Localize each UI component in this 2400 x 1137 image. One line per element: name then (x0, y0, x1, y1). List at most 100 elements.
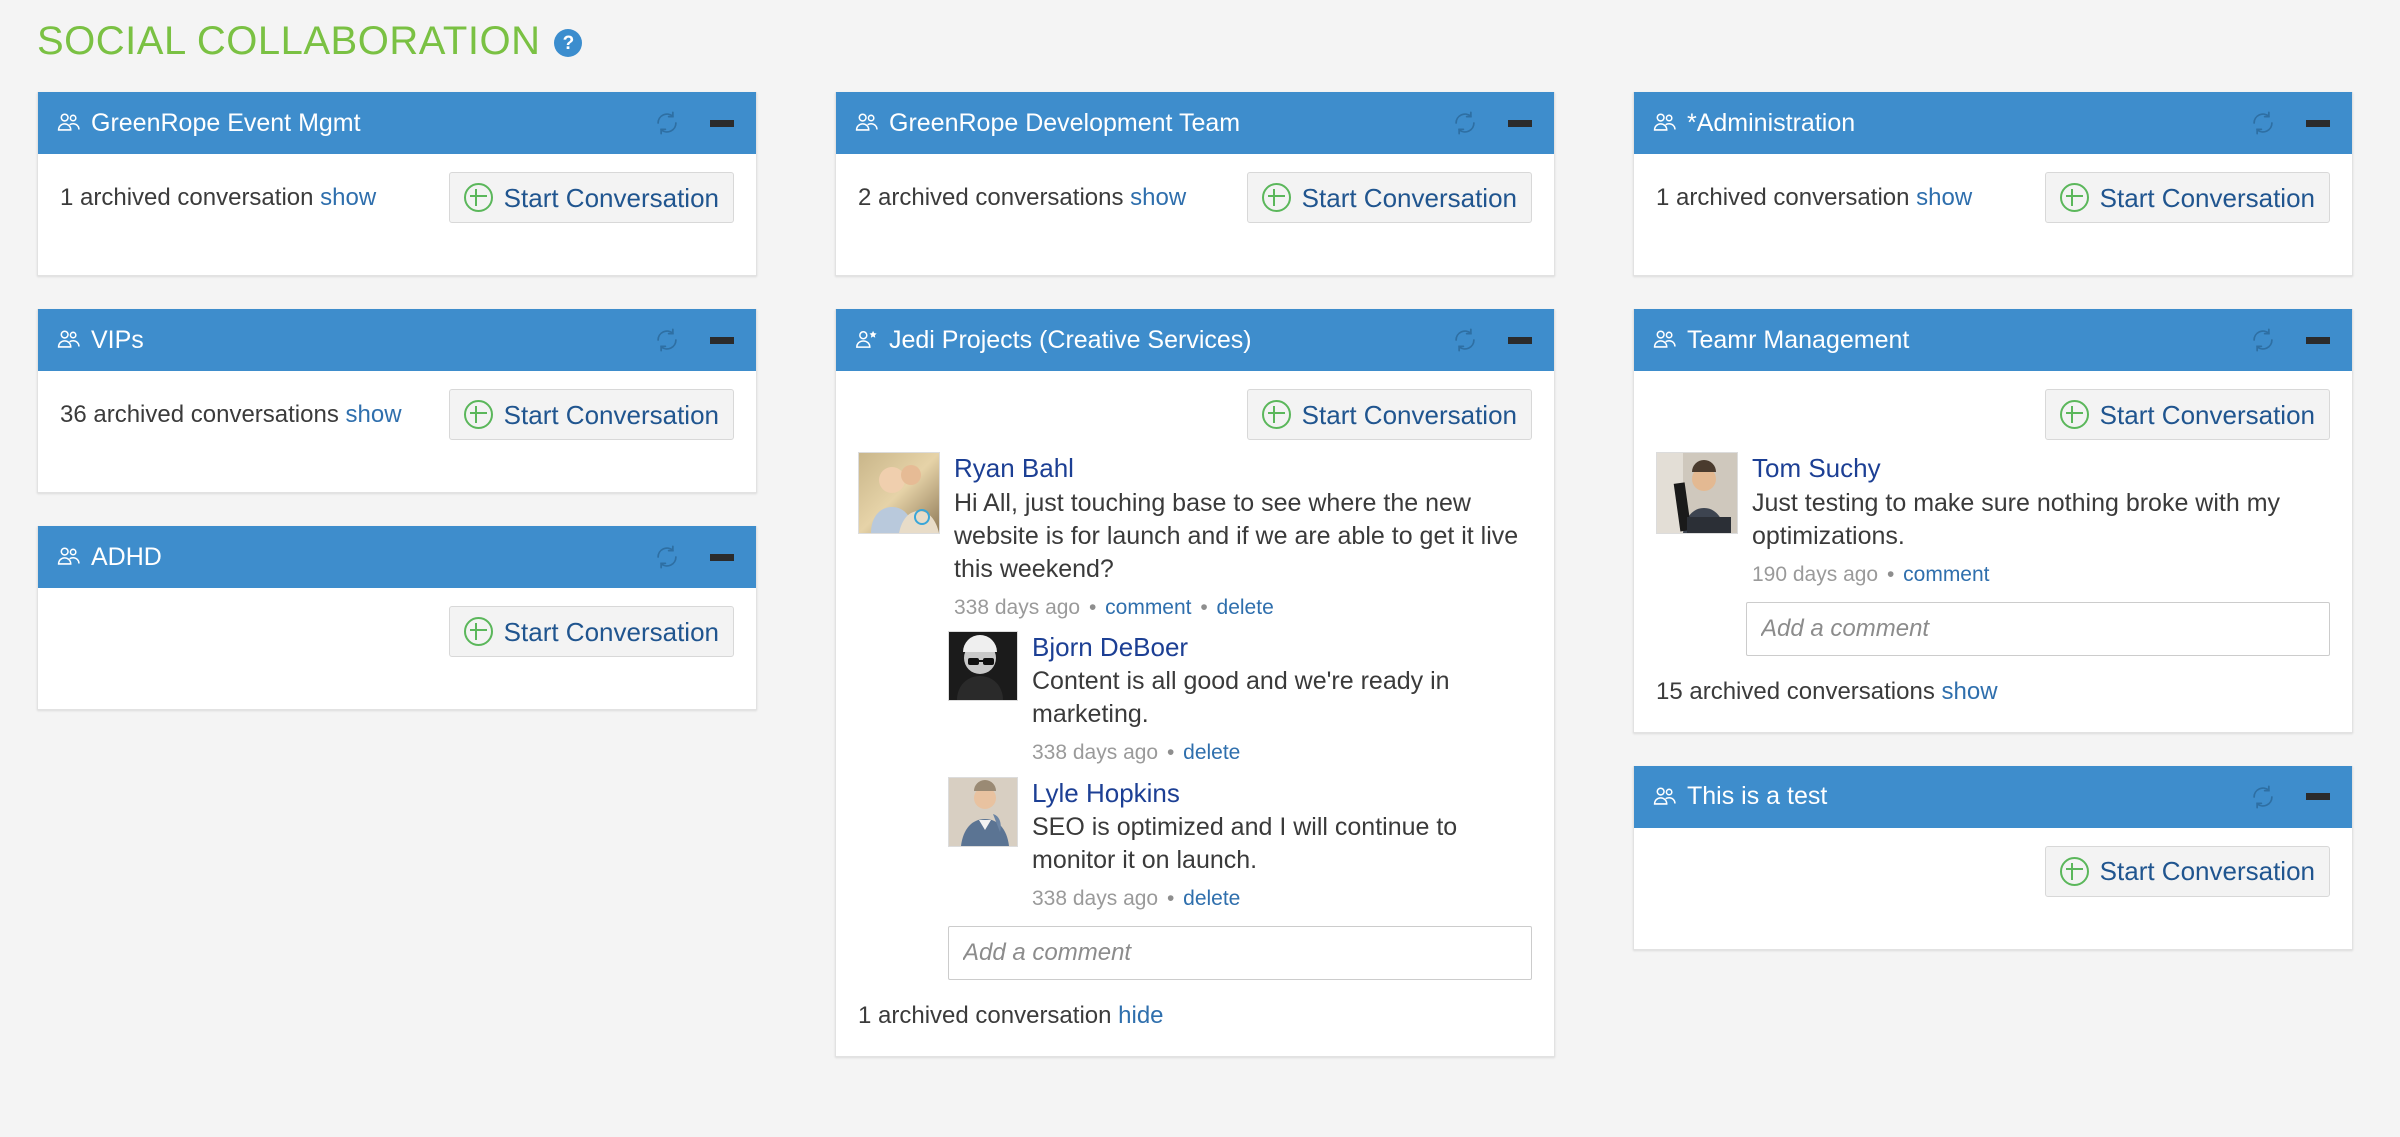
start-conversation-button[interactable]: Start Conversation (448, 172, 734, 223)
circle-plus-icon (2059, 183, 2089, 212)
archived-conversations-line: 1 archived conversation hide (858, 1002, 1532, 1030)
group-card-administration: *Administration 1 archived conversation s… (1633, 92, 2353, 276)
card-top-row: Start Conversation (858, 389, 1532, 440)
archived-toggle-link[interactable]: show (320, 184, 376, 211)
archived-toggle-link[interactable]: hide (1118, 1002, 1163, 1029)
start-conversation-label: Start Conversation (2099, 182, 2315, 213)
archived-toggle-link[interactable]: show (346, 401, 402, 428)
refresh-icon[interactable] (654, 327, 680, 353)
start-conversation-label: Start Conversation (503, 616, 719, 647)
refresh-icon[interactable] (1452, 110, 1478, 136)
post-author-link[interactable]: Ryan Bahl (954, 452, 1532, 485)
post-meta: 190 days ago • comment (1752, 561, 2330, 588)
card-title: Jedi Projects (Creative Services) (889, 325, 1252, 354)
post-delete-link[interactable]: delete (1217, 596, 1274, 619)
start-conversation-label: Start Conversation (1301, 399, 1517, 430)
start-conversation-button[interactable]: Start Conversation (2044, 845, 2330, 897)
archived-toggle-link[interactable]: show (1942, 678, 1998, 705)
post-comment-link[interactable]: comment (1105, 596, 1191, 619)
post-timestamp: 338 days ago (1032, 741, 1159, 765)
post-meta: 338 days ago • delete (1032, 739, 1532, 766)
post-delete-link[interactable]: delete (1183, 887, 1240, 910)
minimize-icon[interactable] (2306, 793, 2330, 801)
card-header: *Administration (1634, 92, 2352, 154)
post-body: Lyle Hopkins SEO is optimized and I will … (1032, 777, 1532, 913)
card-header: GreenRope Development Team (836, 92, 1554, 154)
post-body: Bjorn DeBoer Content is all good and we'r… (1032, 631, 1532, 767)
card-header: Jedi Projects (Creative Services) (836, 309, 1554, 371)
start-conversation-button[interactable]: Start Conversation (448, 389, 734, 440)
post-body: Tom Suchy Just testing to make sure nothi… (1752, 452, 2330, 588)
post-author-link[interactable]: Tom Suchy (1752, 452, 2330, 485)
start-conversation-label: Start Conversation (503, 399, 719, 430)
card-body: 36 archived conversations show Start Conv… (38, 371, 756, 492)
card-header-actions (654, 110, 734, 136)
card-top-row: Start Conversation (60, 606, 734, 657)
start-conversation-button[interactable]: Start Conversation (2044, 172, 2330, 223)
page-header: SOCIAL COLLABORATION ? (37, 0, 2363, 68)
post-delete-link[interactable]: delete (1183, 741, 1240, 764)
question-mark-icon[interactable]: ? (554, 29, 583, 57)
avatar[interactable] (948, 776, 1018, 847)
group-card-teamr-management: Teamr Management Start Conversation Tom Su… (1633, 309, 2353, 733)
start-conversation-button[interactable]: Start Conversation (448, 606, 734, 657)
post-text: SEO is optimized and I will continue to … (1032, 813, 1458, 875)
add-comment-input[interactable] (948, 926, 1532, 981)
start-conversation-button[interactable]: Start Conversation (2044, 389, 2330, 440)
meta-separator: • (1194, 595, 1214, 619)
group-users-icon (1652, 327, 1678, 353)
minimize-icon[interactable] (2306, 119, 2330, 127)
group-card-adhd: ADHD Start Conversation (37, 526, 757, 710)
circle-plus-icon (463, 183, 493, 212)
minimize-icon[interactable] (710, 119, 734, 127)
avatar[interactable] (1656, 452, 1738, 534)
card-body: 2 archived conversations show Start Conve… (836, 154, 1554, 275)
card-header: This is a test (1634, 765, 2352, 828)
archived-count-label: 1 archived conversation (1656, 183, 1917, 211)
start-conversation-button[interactable]: Start Conversation (1246, 389, 1532, 440)
refresh-icon[interactable] (2250, 784, 2276, 810)
post-timestamp: 190 days ago (1752, 562, 1879, 586)
refresh-icon[interactable] (654, 110, 680, 136)
minimize-icon[interactable] (710, 336, 734, 344)
archived-conversations-line: 2 archived conversations show (858, 184, 1186, 212)
refresh-icon[interactable] (1452, 327, 1478, 353)
user-star-icon (854, 327, 880, 353)
archived-count-label: 1 archived conversation (858, 1002, 1119, 1030)
circle-plus-icon (463, 400, 493, 429)
conversation-reply: Bjorn DeBoer Content is all good and we'r… (948, 630, 1532, 767)
cards-columns: GreenRope Event Mgmt 1 archived conversat… (37, 92, 2363, 1058)
minimize-icon[interactable] (1508, 336, 1532, 344)
page-title: SOCIAL COLLABORATION (37, 19, 541, 63)
circle-plus-icon (463, 617, 493, 646)
card-body: Start Conversation (1634, 828, 2352, 949)
refresh-icon[interactable] (654, 544, 680, 570)
card-top-row: 36 archived conversations show Start Conv… (60, 389, 734, 440)
archived-count-label: 1 archived conversation (60, 183, 321, 211)
avatar[interactable] (858, 452, 940, 534)
card-body: Start Conversation Ryan Bahl Hi All, just … (836, 371, 1554, 1056)
refresh-icon[interactable] (2250, 110, 2276, 136)
post-author-link[interactable]: Bjorn DeBoer (1032, 631, 1532, 664)
add-comment-input[interactable] (1746, 601, 2330, 656)
refresh-icon[interactable] (2250, 327, 2276, 353)
card-header: Teamr Management (1634, 309, 2352, 371)
post-meta: 338 days ago • comment • delete (954, 594, 1532, 621)
circle-plus-icon (2059, 400, 2089, 429)
avatar[interactable] (948, 630, 1018, 701)
minimize-icon[interactable] (710, 553, 734, 561)
post-author-link[interactable]: Lyle Hopkins (1032, 777, 1532, 810)
card-title: VIPs (91, 325, 144, 354)
post-comment-link[interactable]: comment (1903, 563, 1989, 586)
archived-toggle-link[interactable]: show (1130, 184, 1186, 211)
conversation-post: Ryan Bahl Hi All, just touching base to s… (858, 452, 1532, 621)
post-timestamp: 338 days ago (954, 595, 1081, 619)
archived-toggle-link[interactable]: show (1916, 184, 1972, 211)
card-header: VIPs (38, 309, 756, 371)
archived-count-label: 2 archived conversations (858, 183, 1131, 211)
card-header-actions (1452, 327, 1532, 353)
group-users-icon (56, 110, 82, 136)
minimize-icon[interactable] (2306, 336, 2330, 344)
start-conversation-button[interactable]: Start Conversation (1246, 172, 1532, 223)
minimize-icon[interactable] (1508, 119, 1532, 127)
